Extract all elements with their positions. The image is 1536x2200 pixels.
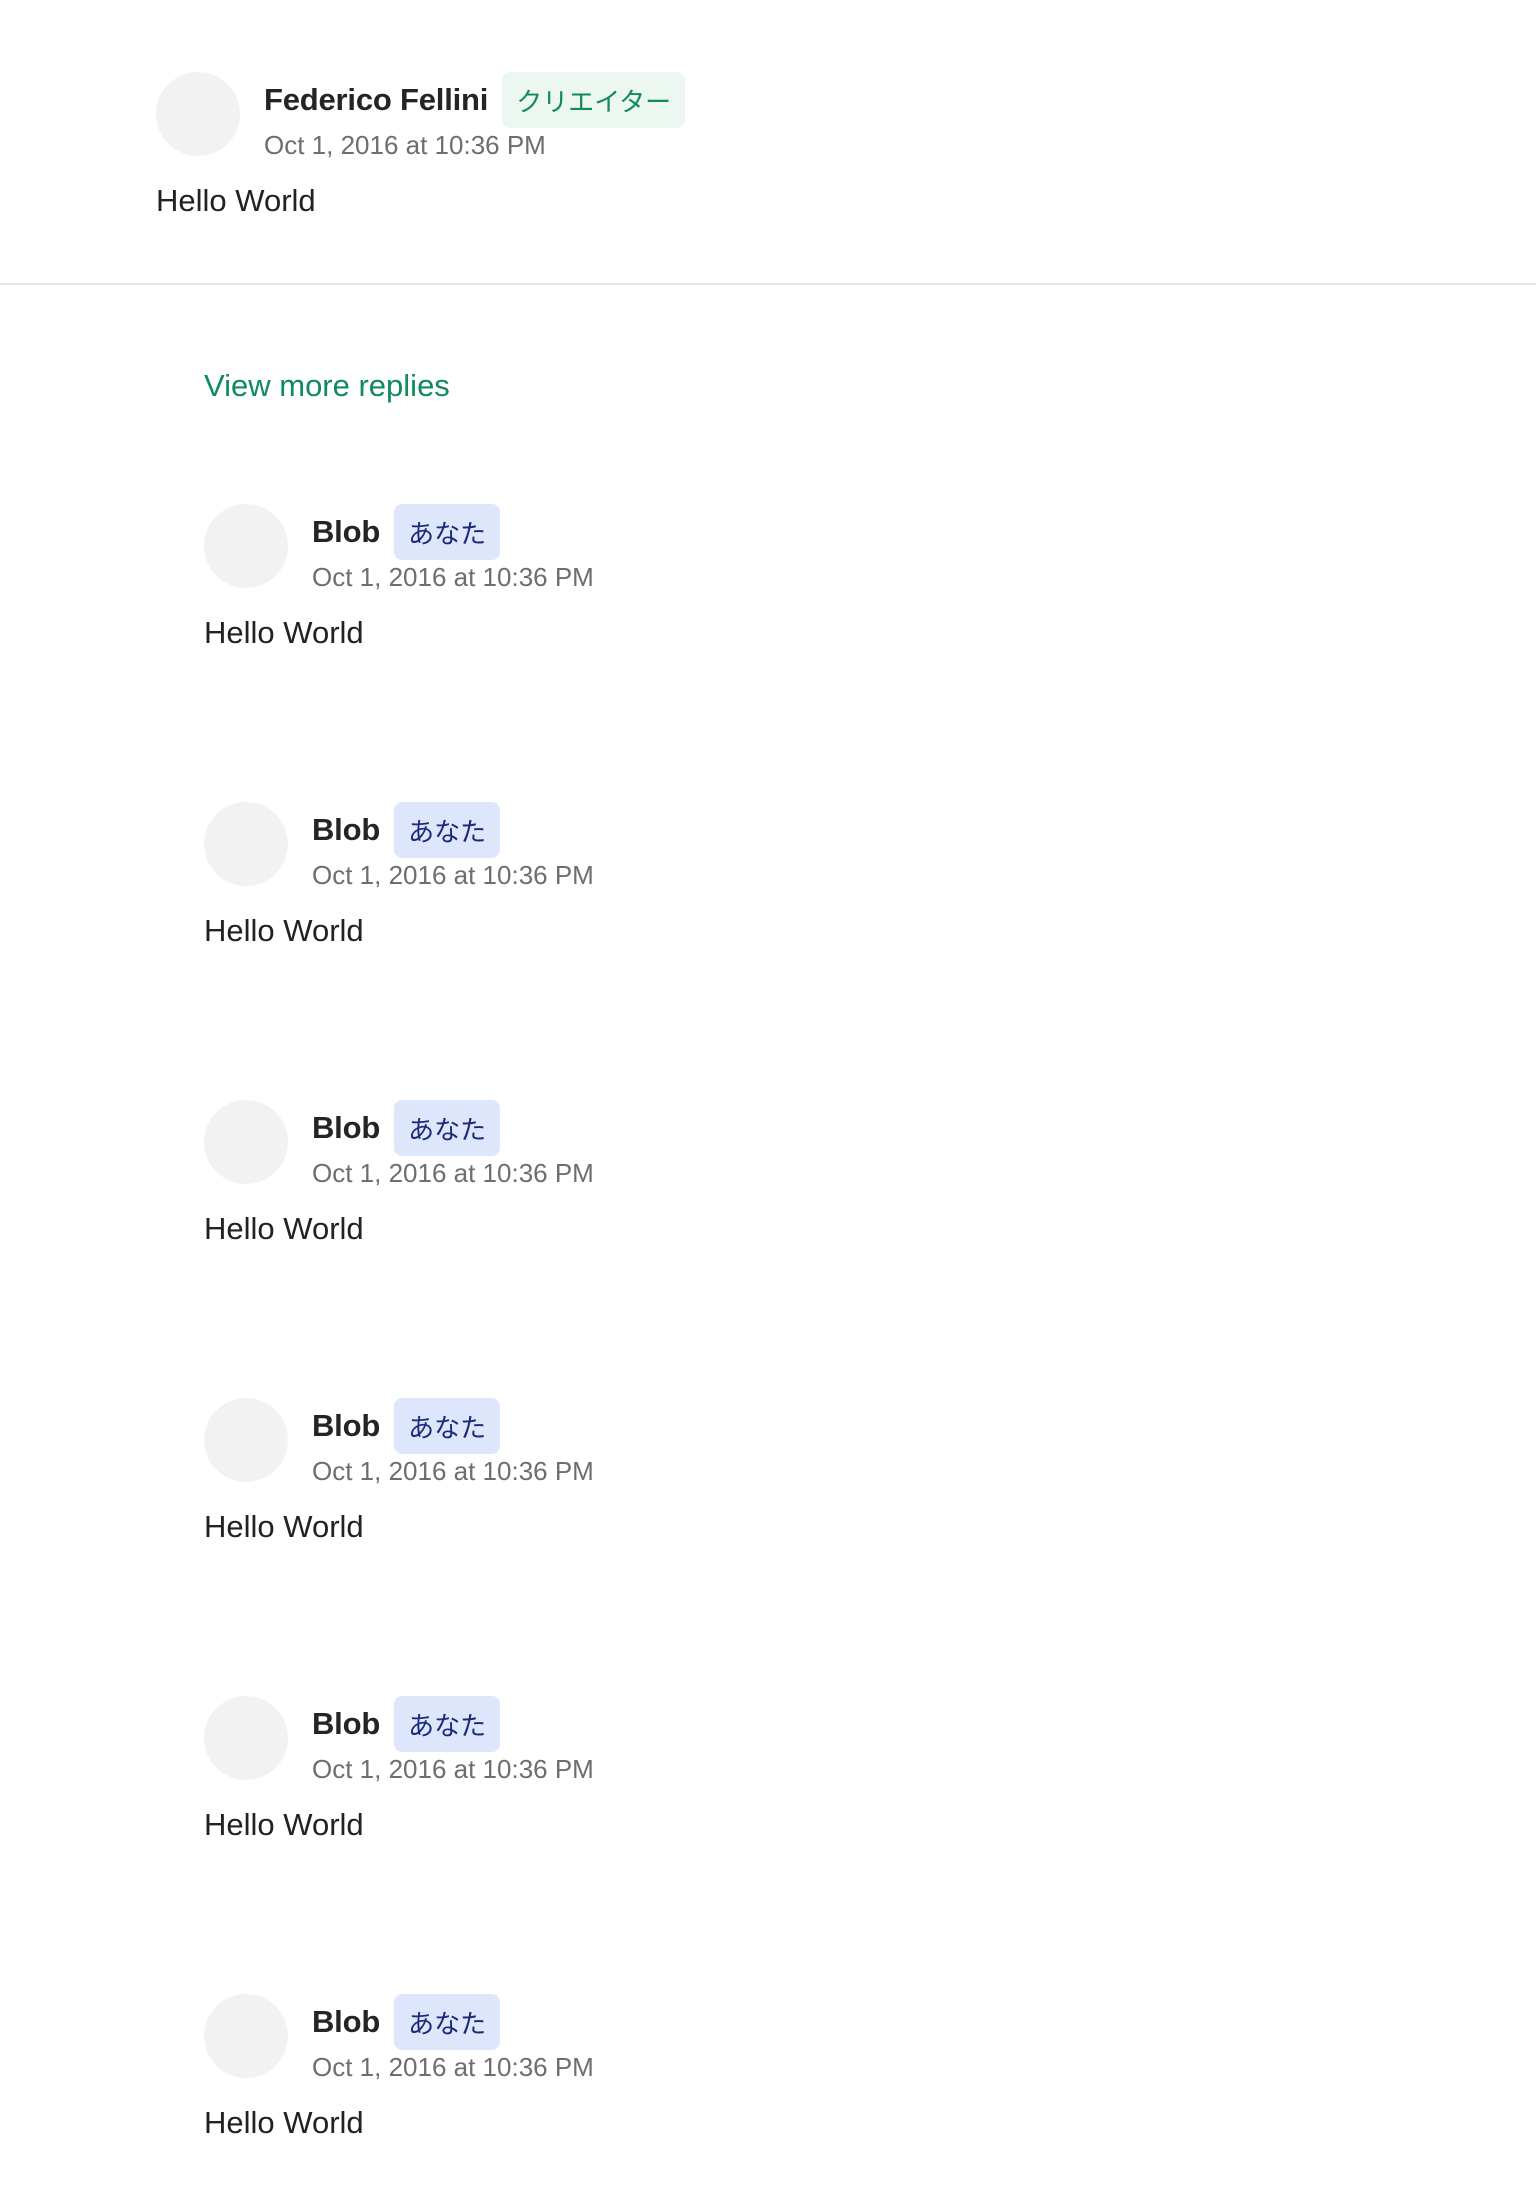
reply-item: Blob あなた Oct 1, 2016 at 10:36 PM Hello W… [204,1994,1404,2200]
author-row: Blob あなた [312,1994,594,2050]
reply-header: Blob あなた Oct 1, 2016 at 10:36 PM [204,1398,1404,1487]
reply-timestamp: Oct 1, 2016 at 10:36 PM [312,1158,594,1188]
you-badge: あなた [394,802,501,858]
creator-badge: クリエイター [502,72,686,128]
reply-meta: Blob あなた Oct 1, 2016 at 10:36 PM [312,1398,594,1487]
reply-meta: Blob あなた Oct 1, 2016 at 10:36 PM [312,1100,594,1189]
top-comment: Federico Fellini クリエイター Oct 1, 2016 at 1… [156,72,1356,219]
author-name[interactable]: Federico Fellini [264,82,488,118]
reply-header: Blob あなた Oct 1, 2016 at 10:36 PM [204,802,1404,891]
avatar[interactable] [204,1100,288,1184]
divider [0,283,1536,285]
reply-body: Hello World [204,615,364,650]
reply-item: Blob あなた Oct 1, 2016 at 10:36 PM Hello W… [204,1696,1404,1994]
author-name[interactable]: Blob [312,514,380,550]
reply-item: Blob あなた Oct 1, 2016 at 10:36 PM Hello W… [204,504,1404,802]
reply-timestamp: Oct 1, 2016 at 10:36 PM [312,2052,594,2082]
reply-body: Hello World [204,913,364,948]
avatar[interactable] [204,802,288,886]
reply-meta: Blob あなた Oct 1, 2016 at 10:36 PM [312,1696,594,1785]
comment-timestamp: Oct 1, 2016 at 10:36 PM [264,130,546,160]
avatar[interactable] [204,1696,288,1780]
you-badge: あなた [394,1100,501,1156]
reply-body: Hello World [204,1509,364,1544]
author-row: Blob あなた [312,1100,594,1156]
avatar[interactable] [204,1398,288,1482]
reply-item: Blob あなた Oct 1, 2016 at 10:36 PM Hello W… [204,1398,1404,1696]
author-name[interactable]: Blob [312,2004,380,2040]
author-row: Blob あなた [312,504,594,560]
you-badge: あなた [394,1994,501,2050]
reply-header: Blob あなた Oct 1, 2016 at 10:36 PM [204,504,1404,593]
reply-header: Blob あなた Oct 1, 2016 at 10:36 PM [204,1100,1404,1189]
reply-body: Hello World [204,1807,364,1842]
avatar[interactable] [204,1994,288,2078]
you-badge: あなた [394,1696,501,1752]
author-name[interactable]: Blob [312,1110,380,1146]
reply-timestamp: Oct 1, 2016 at 10:36 PM [312,562,594,592]
reply-timestamp: Oct 1, 2016 at 10:36 PM [312,1754,594,1784]
reply-item: Blob あなた Oct 1, 2016 at 10:36 PM Hello W… [204,1100,1404,1398]
author-name[interactable]: Blob [312,1408,380,1444]
reply-meta: Blob あなた Oct 1, 2016 at 10:36 PM [312,802,594,891]
author-row: Blob あなた [312,802,594,858]
comments-page: Federico Fellini クリエイター Oct 1, 2016 at 1… [0,0,1536,2200]
reply-body: Hello World [204,2105,364,2140]
author-row: Blob あなた [312,1696,594,1752]
author-name[interactable]: Blob [312,1706,380,1742]
reply-header: Blob あなた Oct 1, 2016 at 10:36 PM [204,1696,1404,1785]
author-row: Blob あなた [312,1398,594,1454]
reply-timestamp: Oct 1, 2016 at 10:36 PM [312,1456,594,1486]
you-badge: あなた [394,504,501,560]
reply-list: Blob あなた Oct 1, 2016 at 10:36 PM Hello W… [204,504,1404,2200]
avatar[interactable] [204,504,288,588]
you-badge: あなた [394,1398,501,1454]
reply-timestamp: Oct 1, 2016 at 10:36 PM [312,860,594,890]
reply-meta: Blob あなた Oct 1, 2016 at 10:36 PM [312,1994,594,2083]
author-name[interactable]: Blob [312,812,380,848]
reply-body: Hello World [204,1211,364,1246]
avatar[interactable] [156,72,240,156]
reply-header: Blob あなた Oct 1, 2016 at 10:36 PM [204,1994,1404,2083]
reply-item: Blob あなた Oct 1, 2016 at 10:36 PM Hello W… [204,802,1404,1100]
comment-header: Federico Fellini クリエイター Oct 1, 2016 at 1… [156,72,1356,161]
comment-body: Hello World [156,183,316,218]
author-row: Federico Fellini クリエイター [264,72,686,128]
reply-meta: Blob あなた Oct 1, 2016 at 10:36 PM [312,504,594,593]
view-more-replies-link[interactable]: View more replies [204,368,450,404]
comment-meta: Federico Fellini クリエイター Oct 1, 2016 at 1… [264,72,686,161]
